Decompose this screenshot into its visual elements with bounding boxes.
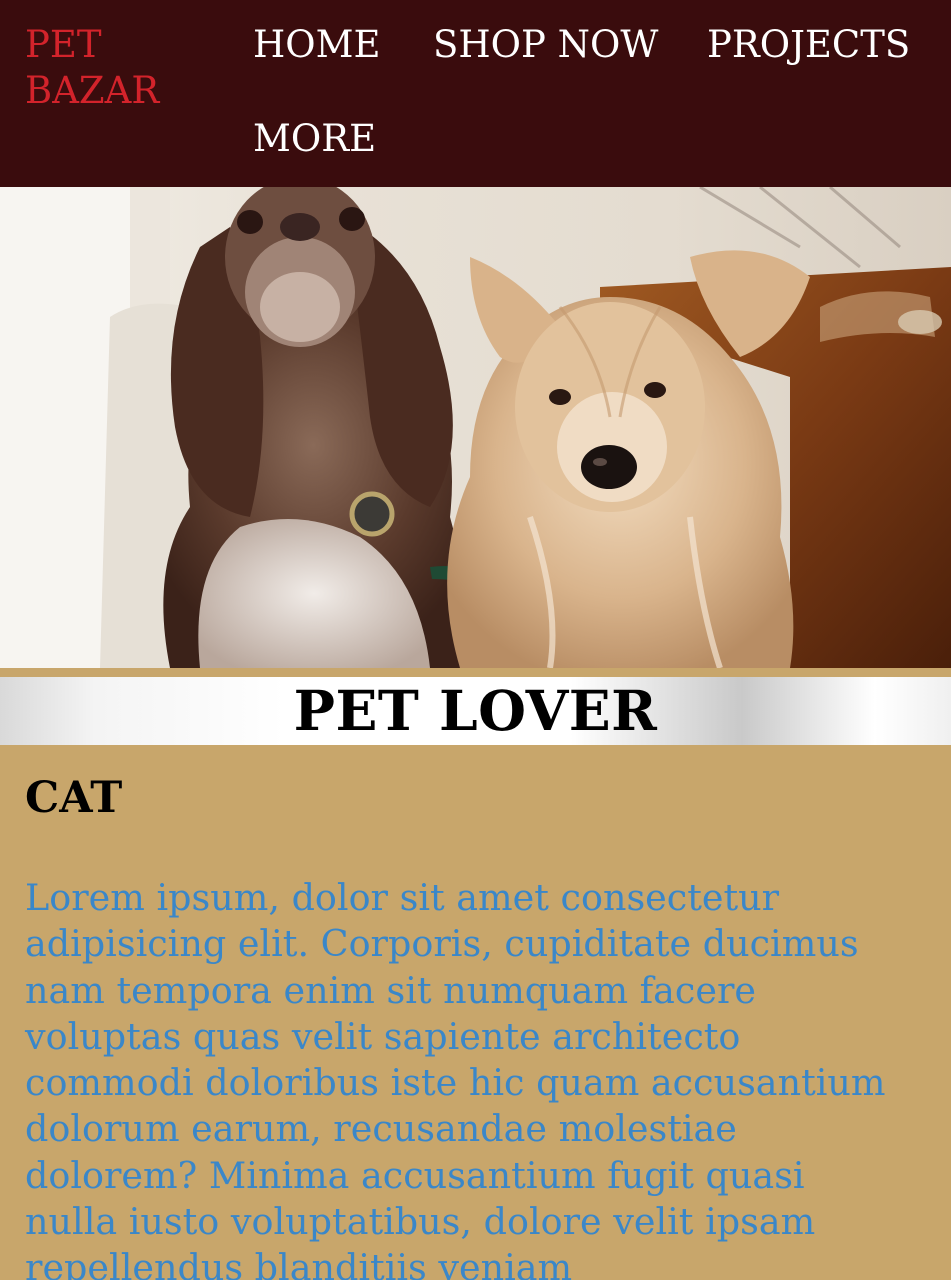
hero-image <box>0 187 951 668</box>
divider <box>0 668 951 677</box>
top-navbar: PET BAZAR HOME SHOP NOW PROJECTS MORE <box>0 0 951 187</box>
content-section: CAT Lorem ipsum, dolor sit amet consecte… <box>0 745 951 1280</box>
nav-link-projects[interactable]: PROJECTS <box>707 22 910 68</box>
brand-logo[interactable]: PET BAZAR <box>25 22 195 114</box>
two-dogs-photo <box>0 187 951 668</box>
section-body-text: Lorem ipsum, dolor sit amet consectetur … <box>25 876 886 1280</box>
page-title: PET LOVER <box>293 678 658 743</box>
title-banner: PET LOVER <box>0 677 951 745</box>
section-heading: CAT <box>25 773 123 823</box>
nav-link-shop-now[interactable]: SHOP NOW <box>433 22 658 68</box>
nav-link-more[interactable]: MORE <box>253 116 376 162</box>
nav-link-home[interactable]: HOME <box>253 22 381 68</box>
